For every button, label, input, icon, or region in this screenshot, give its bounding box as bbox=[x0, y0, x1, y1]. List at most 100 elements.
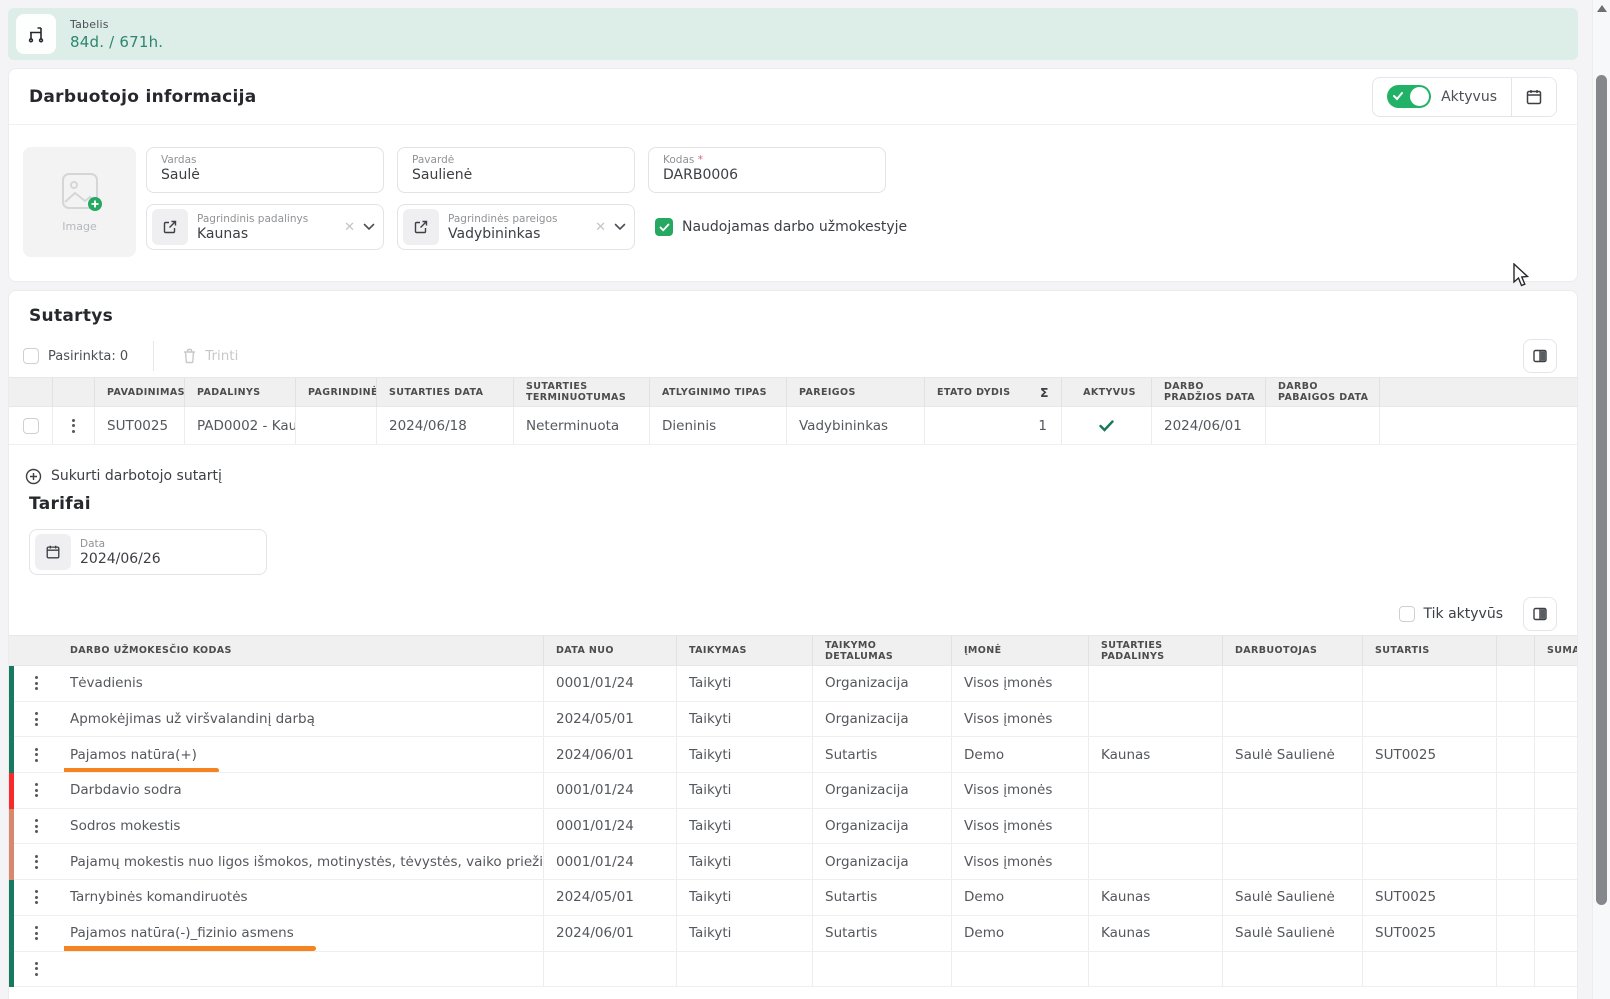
tariff-company bbox=[952, 952, 1089, 987]
contract-main bbox=[296, 407, 377, 444]
sum-icon[interactable]: Σ bbox=[1040, 387, 1055, 398]
column-header[interactable]: PADALINYS bbox=[185, 378, 296, 406]
tariff-contract bbox=[1363, 666, 1497, 701]
first-name-value: Saulė bbox=[161, 167, 371, 183]
external-link-icon[interactable] bbox=[152, 209, 188, 245]
tariff-row[interactable]: Tėvadienis 0001/01/24 Taikyti Organizaci… bbox=[9, 666, 1577, 702]
only-active-checkbox[interactable] bbox=[1399, 606, 1415, 622]
toggle-switch[interactable] bbox=[1387, 85, 1431, 108]
tariff-company: Demo bbox=[952, 916, 1089, 951]
create-contract-link[interactable]: Sukurti darbotojo sutartį bbox=[25, 465, 1557, 487]
column-header[interactable]: ĮMONĖ bbox=[952, 636, 1089, 665]
delete-button[interactable]: Trinti bbox=[182, 348, 238, 364]
column-header[interactable]: SUTARTIES TERMINUOTUMAS bbox=[514, 378, 650, 406]
column-header[interactable]: ATLYGINIMO TIPAS bbox=[650, 378, 787, 406]
row-menu-icon[interactable] bbox=[68, 415, 79, 437]
column-header[interactable]: PAVADINIMAS bbox=[95, 378, 185, 406]
scrollbar-thumb[interactable] bbox=[1596, 75, 1607, 905]
column-header[interactable]: SUTARTIS bbox=[1363, 636, 1497, 665]
column-header[interactable]: PAGRINDINĖ bbox=[296, 378, 377, 406]
tariff-row[interactable]: Tarnybinės komandiruotės 2024/05/01 Taik… bbox=[9, 880, 1577, 916]
contract-salary-type: Dieninis bbox=[650, 407, 787, 444]
tariff-contract-unit: Kaunas bbox=[1089, 880, 1223, 915]
row-menu-icon[interactable] bbox=[31, 744, 42, 766]
scroll-up-arrow-icon[interactable] bbox=[1597, 5, 1607, 12]
row-menu-icon[interactable] bbox=[31, 958, 42, 980]
first-name-label: Vardas bbox=[161, 154, 371, 166]
scrollbar[interactable] bbox=[1592, 0, 1610, 999]
tariff-sum bbox=[1535, 952, 1577, 987]
tariff-employee bbox=[1223, 702, 1363, 737]
column-header[interactable]: AKTYVUS bbox=[1062, 378, 1152, 406]
row-menu-icon[interactable] bbox=[31, 779, 42, 801]
main-unit-value: Kaunas bbox=[197, 226, 340, 242]
column-header[interactable]: TAIKYMAS bbox=[677, 636, 813, 665]
employee-photo-upload[interactable]: Image bbox=[23, 147, 136, 257]
main-unit-select[interactable]: Pagrindinis padalinys Kaunas ✕ bbox=[146, 204, 384, 250]
tariff-row[interactable]: Sodros mokestis 0001/01/24 Taikyti Organ… bbox=[9, 809, 1577, 845]
chevron-down-icon[interactable] bbox=[614, 223, 626, 231]
row-checkbox[interactable] bbox=[23, 418, 39, 434]
external-link-icon[interactable] bbox=[403, 209, 439, 245]
contract-unit: PAD0002 - Kau bbox=[185, 407, 296, 444]
first-name-field[interactable]: Vardas Saulė bbox=[146, 147, 384, 193]
clear-icon[interactable]: ✕ bbox=[591, 220, 610, 235]
column-header[interactable]: DARBUOTOJAS bbox=[1223, 636, 1363, 665]
tariff-contract: SUT0025 bbox=[1363, 880, 1497, 915]
employee-card-body: Image Vardas Saulė Pavardė Saulienė Koda… bbox=[9, 125, 1577, 281]
select-all-checkbox[interactable] bbox=[23, 348, 39, 364]
timesheet-icon[interactable] bbox=[16, 14, 56, 54]
row-menu-icon[interactable] bbox=[31, 672, 42, 694]
employee-info-card: Darbuotojo informacija Aktyvus bbox=[8, 68, 1578, 282]
image-placeholder-label: Image bbox=[62, 220, 96, 233]
column-header[interactable]: ETATO DYDISΣ bbox=[925, 378, 1062, 406]
column-settings-button[interactable] bbox=[1523, 339, 1557, 373]
tariff-code: Pajamų mokestis nuo ligos išmokos, motin… bbox=[70, 854, 544, 870]
tariff-row[interactable] bbox=[9, 952, 1577, 988]
column-settings-button[interactable] bbox=[1523, 597, 1557, 631]
page-content: Tabelis 84d. / 671h. Darbuotojo informac… bbox=[8, 8, 1578, 999]
tariffs-controls: Tik aktyvūs bbox=[9, 597, 1577, 631]
row-menu-icon[interactable] bbox=[31, 851, 42, 873]
column-header[interactable]: TAIKYMO DETALUMAS bbox=[813, 636, 952, 665]
tariff-row[interactable]: Pajamos natūra(-)_fizinio asmens 2024/06… bbox=[9, 916, 1577, 952]
payroll-checkbox-row[interactable]: Naudojamas darbo užmokestyje bbox=[648, 204, 907, 250]
contract-start-date: 2024/06/01 bbox=[1152, 407, 1266, 444]
tariff-contract-unit bbox=[1089, 773, 1223, 808]
tariff-contract: SUT0025 bbox=[1363, 916, 1497, 951]
row-menu-icon[interactable] bbox=[31, 815, 42, 837]
main-position-select[interactable]: Pagrindinės pareigos Vadybininkas ✕ bbox=[397, 204, 635, 250]
contract-fte: 1 bbox=[925, 407, 1062, 444]
column-header[interactable]: SUMA bbox=[1535, 636, 1577, 665]
tariff-row[interactable]: Apmokėjimas už viršvalandinį darbą 2024/… bbox=[9, 702, 1577, 738]
tariff-row[interactable]: Pajamų mokestis nuo ligos išmokos, motin… bbox=[9, 844, 1577, 880]
last-name-field[interactable]: Pavardė Saulienė bbox=[397, 147, 635, 193]
code-field[interactable]: Kodas * DARB0006 bbox=[648, 147, 886, 193]
checked-checkbox-icon[interactable] bbox=[655, 218, 673, 236]
column-header[interactable]: DARBO PABAIGOS DATA bbox=[1266, 378, 1380, 406]
only-active-checkbox-row[interactable]: Tik aktyvūs bbox=[1399, 606, 1503, 622]
row-menu-icon[interactable] bbox=[31, 922, 42, 944]
column-header[interactable]: PAREIGOS bbox=[787, 378, 925, 406]
calendar-icon[interactable] bbox=[35, 534, 71, 570]
tariff-date-label: Data bbox=[80, 538, 258, 550]
row-menu-icon[interactable] bbox=[31, 886, 42, 908]
column-header[interactable]: SUTARTIES DATA bbox=[377, 378, 514, 406]
tariff-row[interactable]: Pajamos natūra(+) 2024/06/01 Taikyti Sut… bbox=[9, 737, 1577, 773]
calendar-icon[interactable] bbox=[1512, 77, 1556, 117]
column-header[interactable]: DATA NUO bbox=[544, 636, 677, 665]
chevron-down-icon[interactable] bbox=[363, 223, 375, 231]
tariff-employee: Saulė Saulienė bbox=[1223, 880, 1363, 915]
tariff-sum bbox=[1535, 666, 1577, 701]
tariff-row[interactable]: Darbdavio sodra 0001/01/24 Taikyti Organ… bbox=[9, 773, 1577, 809]
column-header[interactable]: SUTARTIES PADALINYS bbox=[1089, 636, 1223, 665]
status-stripe bbox=[9, 737, 14, 772]
tariffs-table-body: Tėvadienis 0001/01/24 Taikyti Organizaci… bbox=[9, 666, 1577, 987]
column-header[interactable]: DARBO UŽMOKESČIO KODAS bbox=[64, 636, 544, 665]
column-header[interactable]: DARBO PRADŽIOS DATA bbox=[1152, 378, 1266, 406]
clear-icon[interactable]: ✕ bbox=[340, 220, 359, 235]
row-menu-icon[interactable] bbox=[31, 708, 42, 730]
contract-row[interactable]: SUT0025 PAD0002 - Kau 2024/06/18 Netermi… bbox=[9, 407, 1577, 445]
active-toggle[interactable]: Aktyvus bbox=[1373, 85, 1511, 108]
tariff-date-field[interactable]: Data 2024/06/26 bbox=[29, 529, 267, 575]
